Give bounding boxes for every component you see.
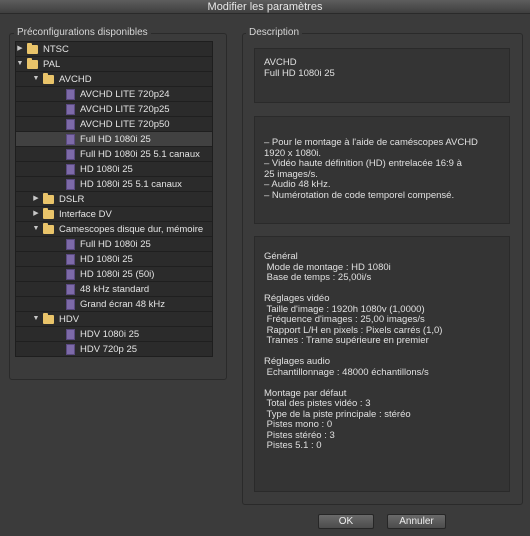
disclosure-expanded-icon[interactable]: ▼ [32, 75, 40, 83]
tree-item-label: AVCHD LITE 720p25 [80, 103, 170, 115]
tree-folder[interactable]: ▼ AVCHD [16, 72, 212, 87]
tree-preset[interactable]: HDV 720p 25 [16, 342, 212, 356]
tree-preset[interactable]: HD 1080i 25 5.1 canaux [16, 177, 212, 192]
details-line [264, 378, 509, 389]
disclosure-expanded-icon[interactable]: ▼ [32, 315, 40, 323]
tree-item-label: HD 1080i 25 (50i) [80, 268, 155, 280]
preset-file-icon [66, 88, 75, 100]
description-text-line: – Audio 48 kHz. [264, 179, 331, 190]
presets-group-label: Préconfigurations disponibles [14, 27, 151, 38]
tree-preset[interactable]: Full HD 1080i 25 [16, 237, 212, 252]
tree-preset[interactable]: 48 kHz standard [16, 282, 212, 297]
preset-file-icon [66, 268, 75, 280]
window-title: Modifier les paramètres [0, 0, 530, 14]
preset-description-box: – Pour le montage à l'aide de caméscopes… [254, 116, 510, 224]
tree-item-label: NTSC [43, 43, 69, 55]
folder-icon [43, 222, 54, 234]
tree-item-label: AVCHD [59, 73, 92, 85]
tree-item-label: Interface DV [59, 208, 112, 220]
folder-icon [27, 42, 38, 54]
description-group-label: Description [246, 27, 303, 38]
tree-item-label: HD 1080i 25 5.1 canaux [80, 178, 182, 190]
details-line: Général [264, 251, 298, 262]
details-line: Pistes mono : 0 [264, 419, 333, 430]
tree-item-label: HD 1080i 25 [80, 253, 133, 265]
disclosure-collapsed-icon[interactable]: ▶ [16, 45, 24, 53]
folder-icon [43, 207, 54, 219]
description-text-line: – Vidéo haute définition (HD) entrelacée… [264, 158, 462, 169]
tree-item-label: HDV 1080i 25 [80, 328, 140, 340]
tree-item-label: AVCHD LITE 720p24 [80, 88, 170, 100]
description-text-line: – Pour le montage à l'aide de caméscopes… [264, 137, 478, 148]
folder-icon [43, 312, 54, 324]
preset-name-line: AVCHD [264, 57, 297, 68]
tree-item-label: 48 kHz standard [80, 283, 150, 295]
tree-item-label: Full HD 1080i 25 [80, 133, 151, 145]
preset-file-icon [66, 163, 75, 175]
disclosure-expanded-icon[interactable]: ▼ [16, 60, 24, 68]
tree-item-label: Camescopes disque dur, mémoire [59, 223, 204, 235]
tree-folder[interactable]: ▶ DSLR [16, 192, 212, 207]
preset-file-icon [66, 118, 75, 130]
disclosure-collapsed-icon[interactable]: ▶ [32, 210, 40, 218]
tree-item-label: DSLR [59, 193, 85, 205]
tree-folder[interactable]: ▶ NTSC [16, 42, 212, 57]
preset-file-icon [66, 133, 75, 145]
cancel-button[interactable]: Annuler [387, 514, 446, 529]
preset-details-box: Général Mode de montage : HD 1080i Base … [254, 236, 510, 492]
tree-folder[interactable]: ▼ Camescopes disque dur, mémoire [16, 222, 212, 237]
tree-preset[interactable]: HDV 1080i 25 [16, 327, 212, 342]
tree-item-label: AVCHD LITE 720p50 [80, 118, 170, 130]
details-line: Réglages vidéo [264, 293, 330, 304]
details-line: Fréquence d'images : 25,00 images/s [264, 314, 425, 325]
details-line: Pistes 5.1 : 0 [264, 440, 322, 451]
folder-icon [27, 57, 38, 69]
preset-file-icon [66, 343, 75, 355]
tree-preset[interactable]: Full HD 1080i 25 [16, 132, 212, 147]
details-line: Réglages audio [264, 356, 331, 367]
disclosure-collapsed-icon[interactable]: ▶ [32, 195, 40, 203]
presets-tree[interactable]: ▶ NTSC ▼ PAL ▼ AVCHD AVCHD LITE 720p24 AVCHD LI… [15, 41, 213, 357]
folder-icon [43, 72, 54, 84]
tree-preset[interactable]: AVCHD LITE 720p25 [16, 102, 212, 117]
tree-item-label: Full HD 1080i 25 5.1 canaux [80, 148, 200, 160]
preset-file-icon [66, 148, 75, 160]
details-line: Base de temps : 25,00i/s [264, 272, 372, 283]
tree-preset[interactable]: AVCHD LITE 720p50 [16, 117, 212, 132]
tree-preset[interactable]: HD 1080i 25 [16, 252, 212, 267]
tree-preset[interactable]: HD 1080i 25 [16, 162, 212, 177]
preset-file-icon [66, 298, 75, 310]
preset-file-icon [66, 238, 75, 250]
description-text-line: – Numérotation de code temporel compensé… [264, 189, 455, 201]
tree-preset[interactable]: AVCHD LITE 720p24 [16, 87, 212, 102]
preset-file-icon [66, 253, 75, 265]
tree-item-label: HD 1080i 25 [80, 163, 133, 175]
tree-item-label: HDV 720p 25 [80, 343, 138, 355]
preset-name-line: Full HD 1080i 25 [264, 67, 335, 79]
disclosure-expanded-icon[interactable]: ▼ [32, 225, 40, 233]
preset-file-icon [66, 178, 75, 190]
folder-icon [43, 192, 54, 204]
preset-file-icon [66, 103, 75, 115]
preset-name-box: AVCHD Full HD 1080i 25 [254, 48, 510, 103]
preset-file-icon [66, 328, 75, 340]
tree-preset[interactable]: HD 1080i 25 (50i) [16, 267, 212, 282]
preset-file-icon [66, 283, 75, 295]
tree-preset[interactable]: Grand écran 48 kHz [16, 297, 212, 312]
tree-item-label: Grand écran 48 kHz [80, 298, 166, 310]
tree-folder[interactable]: ▼ HDV [16, 312, 212, 327]
details-line: Trames : Trame supérieure en premier [264, 335, 429, 346]
tree-folder[interactable]: ▼ PAL [16, 57, 212, 72]
details-line: Echantillonnage : 48000 échantillons/s [264, 366, 429, 378]
details-line: Total des pistes vidéo : 3 [264, 398, 371, 409]
tree-item-label: PAL [43, 58, 61, 70]
tree-folder[interactable]: ▶ Interface DV [16, 207, 212, 222]
tree-item-label: Full HD 1080i 25 [80, 238, 151, 250]
tree-item-label: HDV [59, 313, 80, 325]
ok-button[interactable]: OK [318, 514, 374, 529]
tree-preset[interactable]: Full HD 1080i 25 5.1 canaux [16, 147, 212, 162]
